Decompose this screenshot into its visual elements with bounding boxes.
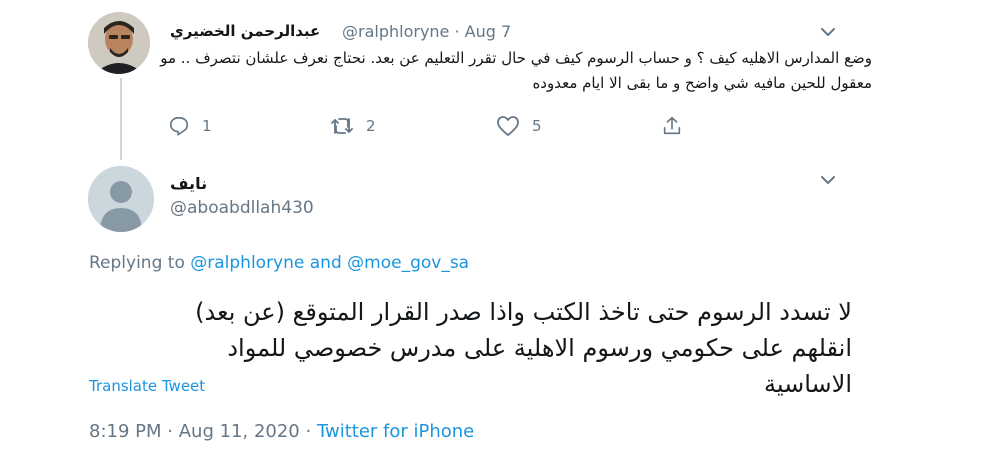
reply-icon <box>169 116 189 136</box>
reply-tweet-header: عبدالرحمن الخضيري @ralphloryne · Aug 7 <box>170 20 530 44</box>
tweet-date[interactable]: Aug 11, 2020 <box>179 421 300 442</box>
reply-tweet-text: وضع المدارس الاهليه كيف ؟ و حساب الرسوم … <box>160 49 872 92</box>
replying-and[interactable]: and <box>310 253 342 273</box>
main-tweet-text: لا تسدد الرسوم حتى تاخذ الكتب واذا صدر ا… <box>195 298 852 398</box>
display-name[interactable]: عبدالرحمن الخضيري <box>170 22 320 40</box>
chevron-down-icon[interactable] <box>819 174 837 186</box>
handle-and-date: @ralphloryne · Aug 7 <box>342 22 511 41</box>
heart-icon <box>497 116 519 136</box>
default-avatar-icon[interactable] <box>88 166 154 232</box>
avatar[interactable] <box>88 12 150 74</box>
chevron-down-icon[interactable] <box>819 26 837 38</box>
share-icon <box>663 116 681 135</box>
replying-prefix: Replying to <box>89 253 185 273</box>
separator: · <box>454 22 460 41</box>
tweet-timestamp-line: 8:19 PM · Aug 11, 2020 · Twitter for iPh… <box>89 421 474 442</box>
display-name[interactable]: نايف <box>170 174 207 193</box>
tweet-time[interactable]: 8:19 PM <box>89 421 162 442</box>
mention-link[interactable]: @moe_gov_sa <box>347 253 469 273</box>
tweet-source[interactable]: Twitter for iPhone <box>317 421 474 442</box>
reply-count: 1 <box>202 117 212 135</box>
retweet-button[interactable]: 2 <box>330 114 376 138</box>
replying-to-line: Replying to @ralphloryne and @moe_gov_sa <box>89 253 469 273</box>
share-button[interactable] <box>661 114 683 138</box>
separator: · <box>305 421 312 442</box>
mention-link[interactable]: @ralphloryne <box>190 253 304 273</box>
translate-tweet-link[interactable]: Translate Tweet <box>89 377 205 395</box>
tweet-date[interactable]: Aug 7 <box>465 22 512 41</box>
retweet-icon <box>331 118 353 134</box>
handle[interactable]: @aboabdllah430 <box>170 198 314 218</box>
handle[interactable]: @ralphloryne <box>342 22 449 41</box>
separator: · <box>167 421 173 442</box>
like-count: 5 <box>532 117 542 135</box>
thread-connector-line <box>120 78 122 160</box>
retweet-count: 2 <box>366 117 376 135</box>
tweet-action-bar: 1 2 5 <box>164 114 704 138</box>
like-button[interactable]: 5 <box>496 114 542 138</box>
reply-button[interactable]: 1 <box>168 114 212 138</box>
